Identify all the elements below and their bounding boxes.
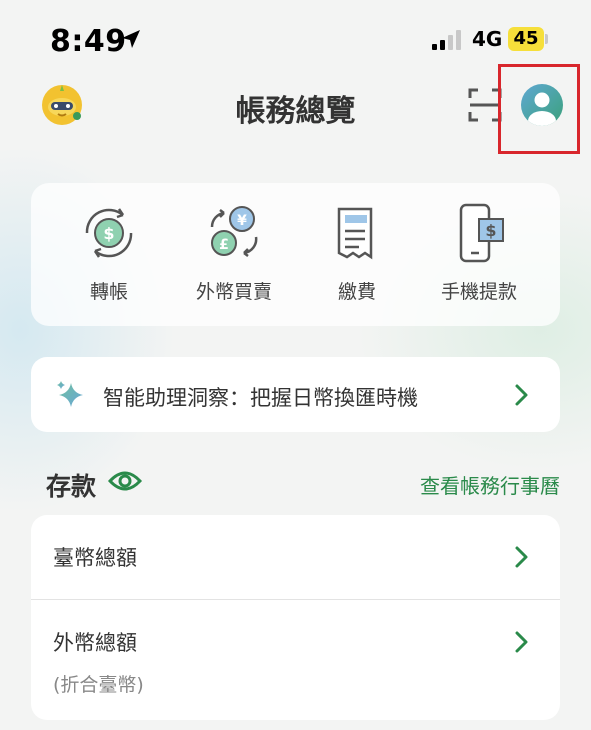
deposit-list-card: 臺幣總額 外幣總額 (折合臺幣) xyxy=(31,515,560,720)
location-arrow-icon xyxy=(122,30,140,48)
svg-text:$: $ xyxy=(103,224,114,243)
cellular-signal-icon xyxy=(432,30,461,50)
bill-icon xyxy=(337,207,373,260)
quick-action-label: 繳費 xyxy=(337,281,376,303)
mobile-withdraw-icon: $ xyxy=(459,203,504,263)
svg-text:¥: ¥ xyxy=(237,213,247,229)
list-item-twd-total[interactable]: 臺幣總額 xyxy=(31,515,560,599)
eye-icon[interactable] xyxy=(108,467,142,495)
battery-icon: 45 xyxy=(508,27,544,51)
list-item-foreign-total[interactable]: 外幣總額 (折合臺幣) xyxy=(31,600,560,720)
svg-text:$: $ xyxy=(485,221,496,240)
network-type: 4G xyxy=(472,27,503,51)
smart-assistant-insight-banner[interactable]: 智能助理洞察：把握日幣換匯時機 xyxy=(31,357,560,432)
chevron-right-icon xyxy=(515,546,528,568)
quick-action-label: 外幣買賣 xyxy=(195,281,272,303)
currency-exchange-icon: ¥ £ xyxy=(210,206,258,257)
row-label: 外幣總額 xyxy=(53,631,137,655)
quick-action-label: 手機提款 xyxy=(440,281,517,303)
view-account-calendar-link[interactable]: 查看帳務行事曆 xyxy=(420,470,560,499)
highlight-annotation-box xyxy=(498,64,580,154)
quick-actions-card: $ 轉帳 ¥ £ 外幣買賣 繳費 $ 手機提款 xyxy=(31,183,560,326)
scan-qr-icon[interactable] xyxy=(468,88,502,122)
battery-cap xyxy=(545,34,548,44)
quick-action-transfer[interactable]: $ 轉帳 xyxy=(49,201,169,311)
row-label: 臺幣總額 xyxy=(53,546,137,570)
quick-action-currency-exchange[interactable]: ¥ £ 外幣買賣 xyxy=(174,201,294,311)
svg-text:£: £ xyxy=(219,237,229,253)
status-time: 8:49 xyxy=(50,24,127,59)
quick-action-label: 轉帳 xyxy=(89,281,128,303)
screen: 8:49 4G 45 帳務總覽 $ 轉帳 ¥ £ 外幣買賣 繳費 $ 手機提款 … xyxy=(0,0,591,730)
quick-action-mobile-withdraw[interactable]: $ 手機提款 xyxy=(419,201,539,311)
chevron-right-icon xyxy=(515,384,528,406)
row-sublabel: (折合臺幣) xyxy=(53,674,144,696)
transfer-icon: $ xyxy=(85,208,133,258)
insight-text: 智能助理洞察：把握日幣換匯時機 xyxy=(103,386,418,410)
sparkle-icon xyxy=(57,381,83,407)
chevron-right-icon xyxy=(515,631,528,653)
quick-action-bill-payment[interactable]: 繳費 xyxy=(297,201,417,311)
deposit-section-title: 存款 xyxy=(46,472,97,501)
